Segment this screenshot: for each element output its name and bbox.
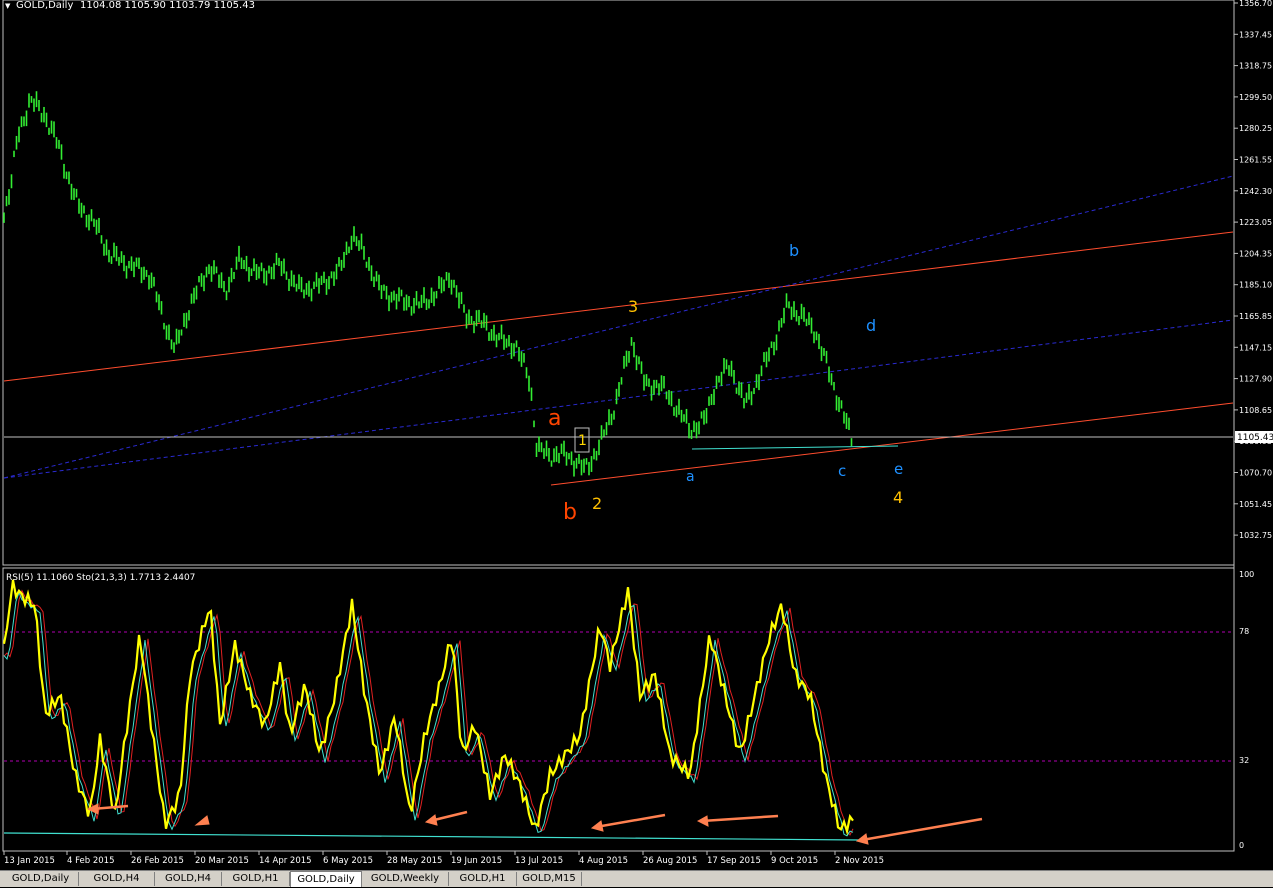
- chart-tab[interactable]: GOLD,H4: [79, 872, 155, 886]
- wave-label: 2: [592, 494, 602, 513]
- price-tick-label: 1223.05: [1239, 218, 1272, 227]
- price-pane[interactable]: [2, 0, 1235, 566]
- wave-label: c: [838, 462, 846, 480]
- chart-menu-arrow[interactable]: ▼: [5, 2, 11, 10]
- price-tick-label: 1299.50: [1239, 93, 1272, 102]
- price-tick-label: 1147.15: [1239, 343, 1272, 352]
- chart-tab[interactable]: GOLD,Daily: [3, 872, 79, 886]
- wave-label: 4: [893, 488, 903, 507]
- price-tick-label: 1051.45: [1239, 500, 1272, 509]
- indicator-level-label: 100: [1239, 570, 1254, 579]
- date-label: 19 Jun 2015: [451, 856, 502, 866]
- date-axis: 13 Jan 2015 4 Feb 2015 26 Feb 2015 20 Mar 2…: [3, 851, 884, 866]
- price-axis: 1356.70 1337.45 1318.75 1299.50 1280.25 1261.…: [1234, 0, 1272, 540]
- date-label: 17 Sep 2015: [707, 856, 761, 866]
- ohlc-readout: 1104.08 1105.90 1103.79 1105.43: [80, 0, 255, 11]
- chart-tab[interactable]: GOLD,H1: [449, 872, 517, 886]
- chart-area[interactable]: ▼ GOLD,Daily 1104.08 1105.90 1103.79 110…: [0, 0, 1273, 870]
- date-label: 9 Oct 2015: [771, 856, 818, 866]
- indicator-level-label: 0: [1239, 841, 1244, 850]
- price-tick-label: 1356.70: [1239, 0, 1272, 8]
- wave-label: b: [563, 500, 577, 525]
- price-tick-label: 1070.70: [1239, 469, 1272, 478]
- date-label: 20 Mar 2015: [195, 856, 249, 866]
- indicator-level-label: 78: [1239, 627, 1249, 636]
- indicator-level-label: 32: [1239, 756, 1249, 765]
- current-price-label: 1105.43: [1237, 433, 1273, 443]
- date-label: 6 May 2015: [323, 856, 373, 866]
- chart-tab[interactable]: GOLD,M15: [517, 872, 582, 886]
- wave-label: b: [789, 241, 799, 260]
- price-tick-label: 1185.10: [1239, 281, 1272, 290]
- price-tick-label: 1032.75: [1239, 531, 1272, 540]
- chart-tab[interactable]: GOLD,H1: [222, 872, 290, 886]
- chart-tab-bar: GOLD,Daily GOLD,H4 GOLD,H4 GOLD,H1 GOLD,Dail…: [0, 870, 1273, 887]
- price-tick-label: 1318.75: [1239, 62, 1272, 71]
- price-tick-label: 1108.65: [1239, 406, 1272, 415]
- chart-tab[interactable]: GOLD,Weekly: [362, 872, 449, 886]
- date-label: 14 Apr 2015: [259, 856, 312, 866]
- price-tick-label: 1204.35: [1239, 249, 1272, 258]
- price-tick-label: 1280.25: [1239, 124, 1272, 133]
- date-label: 2 Nov 2015: [835, 856, 884, 866]
- price-tick-label: 1165.85: [1239, 312, 1272, 321]
- wave-label: d: [866, 316, 876, 335]
- date-label: 28 May 2015: [387, 856, 442, 866]
- wave-label: a: [548, 406, 561, 431]
- date-label: 4 Aug 2015: [579, 856, 628, 866]
- date-label: 26 Feb 2015: [131, 856, 184, 866]
- indicator-label: RSI(5) 11.1060 Sto(21,3,3) 1.7713 2.4407: [6, 573, 195, 583]
- wave-label: 3: [628, 297, 638, 316]
- price-tick-label: 1242.30: [1239, 187, 1272, 196]
- date-label: 13 Jul 2015: [515, 856, 563, 866]
- price-tick-label: 1127.90: [1239, 375, 1272, 384]
- symbol-title: GOLD,Daily: [16, 0, 73, 11]
- price-tick-label: 1337.45: [1239, 30, 1272, 39]
- wave-label: 1: [578, 433, 587, 449]
- date-label: 26 Aug 2015: [643, 856, 697, 866]
- wave-label: e: [894, 460, 903, 478]
- indicator-axis: 100 78 32 0: [1239, 570, 1254, 850]
- chart-tab[interactable]: GOLD,Daily: [290, 871, 362, 887]
- wave-label: a: [686, 469, 695, 485]
- date-label: 4 Feb 2015: [67, 856, 115, 866]
- price-tick-label: 1261.55: [1239, 156, 1272, 165]
- chart-tab[interactable]: GOLD,H4: [155, 872, 222, 886]
- date-label: 13 Jan 2015: [4, 856, 55, 866]
